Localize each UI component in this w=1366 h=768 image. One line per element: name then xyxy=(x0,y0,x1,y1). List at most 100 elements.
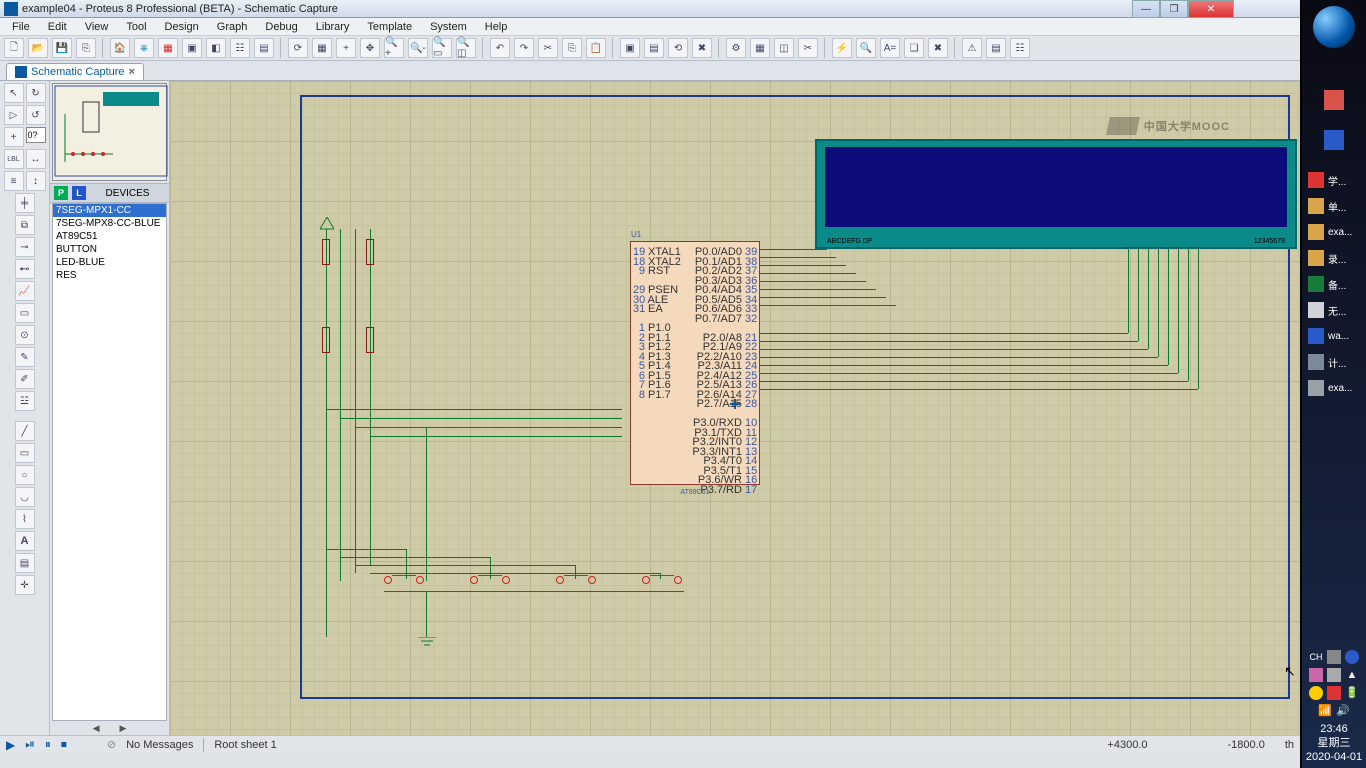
pan-icon[interactable]: ✥ xyxy=(360,38,380,58)
maximize-button[interactable]: ❐ xyxy=(1160,0,1188,18)
menu-tool[interactable]: Tool xyxy=(118,20,154,34)
zoom-fit-icon[interactable]: 🔍▭ xyxy=(432,38,452,58)
menu-view[interactable]: View xyxy=(77,20,117,34)
play-icon[interactable]: ▶ xyxy=(6,738,15,752)
pin-icon[interactable]: ⊷ xyxy=(15,259,35,279)
rotate-ccw-icon[interactable]: ↺ xyxy=(26,105,46,125)
menu-edit[interactable]: Edit xyxy=(40,20,75,34)
component-icon[interactable]: ▷ xyxy=(4,105,24,125)
menu-design[interactable]: Design xyxy=(157,20,207,34)
close-icon[interactable]: ⎘ xyxy=(76,38,96,58)
grid-icon[interactable]: ▦ xyxy=(312,38,332,58)
home-icon[interactable]: 🏠 xyxy=(110,38,130,58)
block-copy-icon[interactable]: ▣ xyxy=(620,38,640,58)
undo-icon[interactable]: ↶ xyxy=(490,38,510,58)
tray-network-icon[interactable]: 📶 xyxy=(1318,704,1332,718)
sheet-label[interactable]: Root sheet 1 xyxy=(214,739,276,751)
taskbar-item[interactable]: 学... xyxy=(1306,170,1362,190)
subcircuit-icon[interactable]: ⧉ xyxy=(15,215,35,235)
ime-indicator[interactable]: CH xyxy=(1309,650,1323,664)
search-icon[interactable]: 🔍 xyxy=(856,38,876,58)
box-icon[interactable]: ▭ xyxy=(15,443,35,463)
menu-graph[interactable]: Graph xyxy=(209,20,256,34)
save-icon[interactable]: 💾 xyxy=(52,38,72,58)
menu-library[interactable]: Library xyxy=(308,20,358,34)
tab-schematic[interactable]: Schematic Capture × xyxy=(6,63,144,80)
minimize-button[interactable]: — xyxy=(1132,0,1160,18)
taskbar-item[interactable]: exa... xyxy=(1306,222,1362,242)
taskbar-item[interactable]: 计... xyxy=(1306,352,1362,372)
cut-icon[interactable]: ✂ xyxy=(538,38,558,58)
redraw-icon[interactable]: ⟳ xyxy=(288,38,308,58)
chip-at89c51[interactable]: U1 19 XTAL118 XTAL29 RST 29 PSEN30 ALE31… xyxy=(630,241,760,485)
packaging-icon[interactable]: ◫ xyxy=(774,38,794,58)
taskbar-app-icon[interactable] xyxy=(1324,90,1344,110)
zoom-in-icon[interactable]: 🔍+ xyxy=(384,38,404,58)
libraries-icon[interactable]: L xyxy=(72,186,86,200)
menu-debug[interactable]: Debug xyxy=(257,20,305,34)
list-item[interactable]: BUTTON xyxy=(53,243,166,256)
block-move-icon[interactable]: ▤ xyxy=(644,38,664,58)
block-delete-icon[interactable]: ✖ xyxy=(692,38,712,58)
menu-file[interactable]: File xyxy=(4,20,38,34)
pick-parts-icon[interactable]: P xyxy=(54,186,68,200)
menu-system[interactable]: System xyxy=(422,20,475,34)
clock-time[interactable]: 23:46 xyxy=(1302,722,1366,736)
junction-icon[interactable]: + xyxy=(4,127,24,147)
mirror-v-icon[interactable]: ↕ xyxy=(26,171,46,191)
graph-icon[interactable]: 📈 xyxy=(15,281,35,301)
terminal-icon[interactable]: ⊸ xyxy=(15,237,35,257)
circle-icon[interactable]: ○ xyxy=(15,465,35,485)
bom-icon[interactable]: ☷ xyxy=(230,38,250,58)
new-icon[interactable]: 🗋 xyxy=(4,38,24,58)
copy-icon[interactable]: ⎘ xyxy=(562,38,582,58)
menu-help[interactable]: Help xyxy=(477,20,516,34)
wire-autoroute-icon[interactable]: ⚡ xyxy=(832,38,852,58)
step-icon[interactable]: ⏯ xyxy=(25,737,35,752)
taskbar-app-icon[interactable] xyxy=(1324,130,1344,150)
netlist-icon[interactable]: ▤ xyxy=(986,38,1006,58)
overview-preview[interactable] xyxy=(52,83,167,181)
messages-label[interactable]: No Messages xyxy=(126,739,193,751)
tray-flag-icon[interactable] xyxy=(1327,686,1341,700)
stop-icon[interactable]: ⏹ xyxy=(61,737,67,752)
selection-icon[interactable]: ↖ xyxy=(4,83,24,103)
open-icon[interactable]: 📂 xyxy=(28,38,48,58)
list-item[interactable]: RES xyxy=(53,269,166,282)
probe-i-icon[interactable]: ✐ xyxy=(15,369,35,389)
arc-icon[interactable]: ◡ xyxy=(15,487,35,507)
close-button[interactable]: ✕ xyxy=(1188,0,1234,18)
tray-battery-icon[interactable]: 🔋 xyxy=(1345,686,1359,700)
bus-icon[interactable]: ╪ xyxy=(15,193,35,213)
marker-icon[interactable]: ✛ xyxy=(15,575,35,595)
taskbar-item[interactable]: 备... xyxy=(1306,274,1362,294)
block-rotate-icon[interactable]: ⟲ xyxy=(668,38,688,58)
tray-icon[interactable] xyxy=(1309,686,1323,700)
taskbar-item[interactable]: 录... xyxy=(1306,248,1362,268)
symbol-icon[interactable]: ▤ xyxy=(15,553,35,573)
devices-list[interactable]: 7SEG-MPX1-CC 7SEG-MPX8-CC-BLUE AT89C51 B… xyxy=(52,203,167,721)
new-sheet-icon[interactable]: ❏ xyxy=(904,38,924,58)
pause-icon[interactable]: ⏸ xyxy=(45,737,51,752)
pcb-icon[interactable]: ▦ xyxy=(158,38,178,58)
bom-icon-2[interactable]: ☷ xyxy=(1010,38,1030,58)
tape-icon[interactable]: ▭ xyxy=(15,303,35,323)
code-icon[interactable]: ▤ xyxy=(254,38,274,58)
list-item[interactable]: AT89C51 xyxy=(53,230,166,243)
start-orb-icon[interactable] xyxy=(1313,6,1355,48)
taskbar-item[interactable]: wa... xyxy=(1306,326,1362,346)
tray-volume-icon[interactable]: 🔊 xyxy=(1336,704,1350,718)
taskbar-item[interactable]: 单... xyxy=(1306,196,1362,216)
pick-icon[interactable]: ⚙ xyxy=(726,38,746,58)
list-item[interactable]: LED-BLUE xyxy=(53,256,166,269)
instrument-icon[interactable]: ☳ xyxy=(15,391,35,411)
3d-icon[interactable]: ▣ xyxy=(182,38,202,58)
tray-help-icon[interactable] xyxy=(1345,650,1359,664)
text-icon[interactable]: A xyxy=(15,531,35,551)
gerber-icon[interactable]: ◧ xyxy=(206,38,226,58)
generator-icon[interactable]: ⊙ xyxy=(15,325,35,345)
messages-icon[interactable]: ⊘ xyxy=(107,738,116,751)
schematic-icon[interactable]: ⎈ xyxy=(134,38,154,58)
property-icon[interactable]: A= xyxy=(880,38,900,58)
tray-icon[interactable] xyxy=(1327,668,1341,682)
